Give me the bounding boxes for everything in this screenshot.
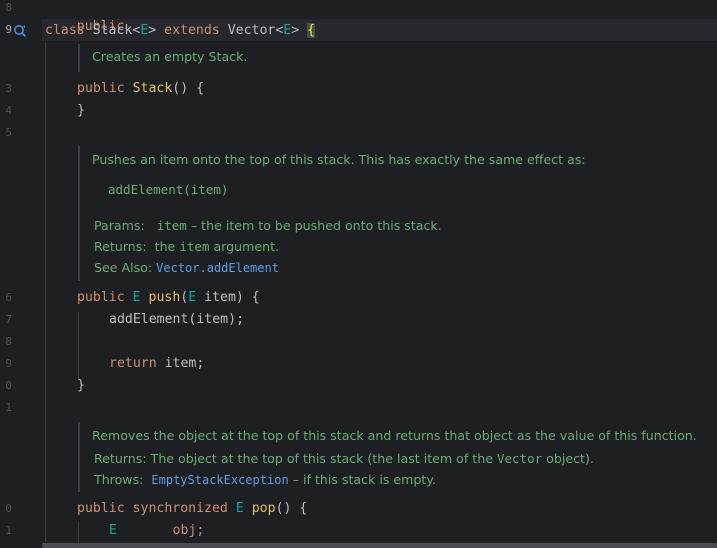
keyword: extends: [164, 23, 220, 38]
code-editor[interactable]: 8 9 3 4 5 6 7 8 9 0 1 0 1 public class S…: [0, 0, 717, 548]
code-line-method-pop[interactable]: public synchronized E pop() {: [77, 500, 307, 518]
code-line-constructor[interactable]: public Stack() {: [77, 80, 204, 98]
line-number: 3: [5, 82, 12, 95]
parens: (): [275, 501, 292, 516]
local-variable: obj;: [172, 523, 205, 538]
type-parameter: E: [188, 290, 197, 305]
doc-tag-label: Params:: [94, 218, 145, 233]
paren: ): [235, 290, 244, 305]
method-call: addElement: [109, 312, 189, 327]
parens: (): [172, 81, 189, 96]
line-number: 0: [5, 502, 12, 515]
code-line-class-declaration[interactable]: class Stack<E> extends Vector<E> {: [45, 22, 316, 40]
keyword: public: [77, 290, 125, 305]
keyword: synchronized: [132, 501, 228, 516]
doc-text: – if this stack is empty.: [292, 472, 437, 487]
line-number: 1: [5, 401, 12, 414]
doc-link[interactable]: Vector.addElement: [156, 261, 279, 275]
generic-bracket: >: [148, 23, 157, 38]
return-value: item;: [164, 356, 205, 371]
line-number: 4: [5, 104, 12, 117]
keyword: public: [77, 81, 125, 96]
doc-text: object).: [546, 451, 594, 466]
doc-throws-row: Throws: EmptyStackException – if this st…: [94, 472, 436, 487]
code-line-method-push[interactable]: public E push(E item) {: [77, 289, 260, 307]
doc-tag-label: See Also:: [94, 260, 153, 275]
code-line[interactable]: }: [77, 102, 85, 120]
doc-param-desc: – the item to be pushed onto this stack.: [190, 218, 442, 233]
keyword: return: [109, 356, 157, 371]
scrollbar-thumb[interactable]: [42, 543, 717, 548]
code-line[interactable]: return item;: [109, 355, 204, 373]
line-number: 0: [5, 379, 12, 392]
doc-returns-row: Returns: the item argument.: [94, 239, 279, 254]
doc-text: The object at the top of this stack (the…: [150, 451, 493, 466]
line-number-active: 9: [5, 23, 12, 36]
rendered-doc-comment[interactable]: Pushes an item onto the top of this stac…: [78, 146, 710, 281]
brace: }: [77, 103, 85, 118]
doc-summary: Pushes an item onto the top of this stac…: [92, 152, 586, 167]
doc-param-name: item: [156, 218, 187, 233]
rendered-doc-comment[interactable]: Creates an empty Stack.: [78, 44, 700, 72]
line-number: 5: [5, 126, 12, 139]
method-name: push: [148, 290, 181, 305]
type-parameter: E: [109, 523, 117, 538]
doc-link[interactable]: EmptyStackException: [151, 473, 288, 487]
doc-inline-code: Vector: [496, 451, 543, 466]
line-number: 9: [5, 357, 12, 370]
indent-guide: [45, 42, 46, 542]
doc-inline-code: item: [179, 239, 210, 254]
doc-text: the: [154, 239, 176, 254]
matched-brace: {: [307, 23, 316, 38]
doc-see-also-row: See Also: Vector.addElement: [94, 260, 279, 275]
doc-tag-label: Throws:: [94, 472, 144, 487]
keyword: public: [77, 501, 125, 516]
horizontal-scrollbar[interactable]: [42, 543, 717, 548]
doc-returns-row: Returns: The object at the top of this s…: [94, 451, 594, 466]
line-number: 6: [5, 291, 12, 304]
type-parameter: E: [140, 23, 149, 38]
line-number: 8: [5, 1, 12, 14]
line-number: 8: [5, 335, 12, 348]
class-name: Stack: [92, 23, 133, 38]
type-parameter: E: [283, 23, 292, 38]
doc-code-example: addElement(item): [108, 182, 229, 197]
method-name: pop: [251, 501, 276, 516]
generic-bracket: >: [291, 23, 300, 38]
method-name: Stack: [132, 81, 173, 96]
superclass-name: Vector: [227, 23, 276, 38]
type-parameter: E: [132, 290, 141, 305]
paren: );: [228, 312, 245, 327]
doc-summary: Removes the object at the top of this st…: [92, 428, 697, 443]
line-number: 1: [5, 524, 12, 537]
brace: {: [196, 81, 205, 96]
doc-params-row: Params: item – the item to be pushed ont…: [94, 218, 442, 233]
brace: {: [251, 290, 260, 305]
brace: {: [299, 501, 308, 516]
argument: item: [196, 312, 229, 327]
indent-guide: [78, 312, 79, 380]
type-parameter: E: [235, 501, 244, 516]
doc-tag-label: Returns:: [94, 451, 147, 466]
line-number: 7: [5, 313, 12, 326]
indent-guide: [78, 522, 79, 544]
doc-text: argument.: [213, 239, 280, 254]
doc-tag-label: Returns:: [94, 239, 147, 254]
code-line[interactable]: E obj;: [109, 522, 204, 540]
brace: }: [77, 378, 85, 393]
code-line[interactable]: }: [77, 377, 85, 395]
code-line[interactable]: addElement(item);: [109, 311, 244, 329]
keyword: class: [45, 23, 85, 38]
parameter: item: [204, 290, 236, 305]
override-method-icon[interactable]: [13, 24, 27, 38]
doc-text: Creates an empty Stack.: [92, 49, 248, 64]
rendered-doc-comment[interactable]: Removes the object at the top of this st…: [78, 422, 710, 492]
